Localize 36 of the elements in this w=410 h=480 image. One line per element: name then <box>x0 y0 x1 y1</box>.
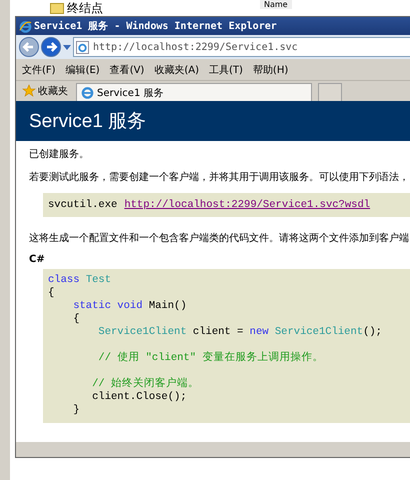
wsdl-link[interactable]: http://localhost:2299/Service1.svc?wsdl <box>124 199 370 211</box>
window-title: Service1 服务 - Windows Internet Explorer <box>34 20 277 33</box>
menu-item[interactable]: 工具(T) <box>209 62 243 76</box>
menu-item[interactable]: 编辑(E) <box>66 62 100 76</box>
code-line: { <box>48 287 56 300</box>
menu-item[interactable]: 帮助(H) <box>252 62 288 76</box>
menu-item[interactable]: 收藏夹(A) <box>154 62 199 76</box>
menu-item[interactable]: 文件(F) <box>22 62 56 76</box>
favorites-button[interactable]: 收藏夹 <box>20 84 70 101</box>
code-line: // 始终关闭客户端。 <box>91 378 200 391</box>
code-line: } <box>72 404 81 417</box>
tree-item[interactable]: 终结点 <box>67 0 103 17</box>
menu-item[interactable]: 查看(V) <box>110 62 144 76</box>
forward-button[interactable] <box>41 37 61 57</box>
instruction-text: 若要测试此服务，需要创建一个客户端，并将其用于调用该服务。可以使用下列语法， <box>29 170 410 184</box>
folder-icon <box>50 3 64 14</box>
browser-tab[interactable]: Service1 服务 <box>76 83 312 101</box>
code-line: // 使用 "client" 变量在服务上调用操作。 <box>97 352 324 365</box>
command-text: svcutil.exe <box>48 199 118 211</box>
code-line: client.Close(); <box>91 391 188 404</box>
page-icon <box>76 40 89 54</box>
browser-logo-icon <box>19 20 32 32</box>
code-line: { <box>72 313 81 326</box>
address-field[interactable]: http://localhost:2299/Service1.svc <box>73 37 410 57</box>
language-label: C# <box>29 254 46 265</box>
code-line: Service1Client client = new Service1Client(); <box>97 326 383 339</box>
description-text: 这将生成一个配置文件和一个包含客户端类的代码文件。请将这两个文件添加到客户端 <box>29 232 410 245</box>
page-heading: Service1 服务 <box>29 110 146 134</box>
status-text: 已创建服务。 <box>29 148 90 161</box>
column-header: Name <box>260 0 292 9</box>
back-button[interactable] <box>19 37 39 57</box>
star-icon <box>22 84 36 98</box>
browser-logo-icon <box>81 86 94 99</box>
dropdown-icon[interactable] <box>63 44 71 50</box>
code-line: class Test <box>48 274 112 287</box>
code-line: static void Main() <box>72 300 188 313</box>
